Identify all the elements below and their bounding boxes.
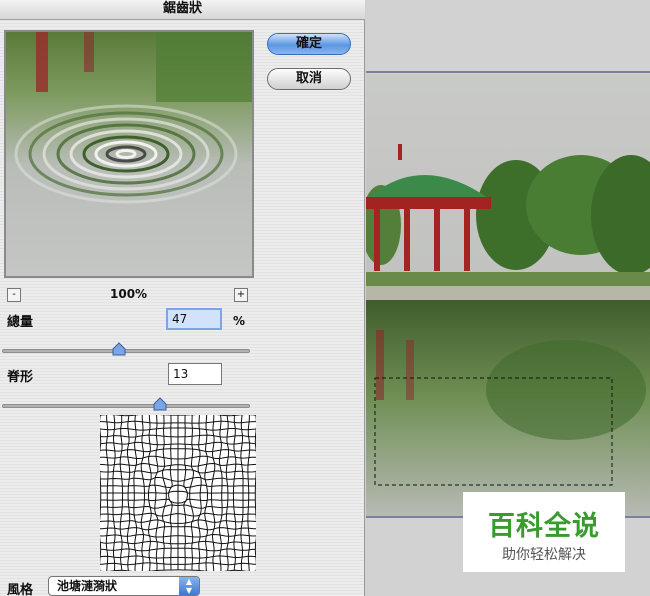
ridges-slider[interactable] [2, 404, 250, 408]
grid-line [161, 415, 167, 571]
distortion-grid-preview [100, 415, 256, 571]
zigzag-filter-dialog: 鋸齒狀 - 100% + 總量 47 % 脊形 13 風格 池塘漣漪狀 ▲ ▼ … [0, 0, 365, 596]
amount-unit: % [233, 314, 246, 328]
select-arrows-icon: ▲ ▼ [179, 577, 199, 595]
ridges-label: 脊形 [7, 370, 34, 385]
amount-field[interactable]: 47 [166, 308, 222, 330]
amount-label: 總量 [7, 315, 34, 330]
zoom-out-button[interactable]: - [7, 288, 21, 302]
zoom-in-button[interactable]: + [234, 288, 248, 302]
watermark-logo: 百科全说 助你轻松解决 [463, 492, 625, 572]
filter-preview[interactable] [4, 30, 254, 278]
grid-line [100, 569, 256, 571]
style-select-value: 池塘漣漪狀 [57, 579, 118, 593]
preview-image [6, 32, 252, 276]
ok-button[interactable]: 確定 [267, 33, 351, 55]
watermark-subtitle: 助你轻松解决 [502, 547, 586, 563]
grid-line [100, 415, 102, 571]
grid-line [254, 415, 256, 571]
distortion-grid [100, 415, 256, 571]
grid-line [183, 415, 188, 570]
grid-line [189, 415, 195, 571]
zoom-level: 100% [110, 287, 148, 301]
ridges-field[interactable]: 13 [168, 363, 222, 385]
slider-thumb-icon[interactable] [153, 397, 167, 411]
amount-slider[interactable] [2, 349, 250, 353]
cancel-button[interactable]: 取消 [267, 68, 351, 90]
style-label: 風格 [7, 583, 34, 596]
dialog-title: 鋸齒狀 [0, 0, 365, 20]
slider-thumb-icon[interactable] [112, 342, 126, 356]
style-select[interactable]: 池塘漣漪狀 ▲ ▼ [48, 576, 200, 596]
watermark-title: 百科全说 [488, 511, 600, 542]
